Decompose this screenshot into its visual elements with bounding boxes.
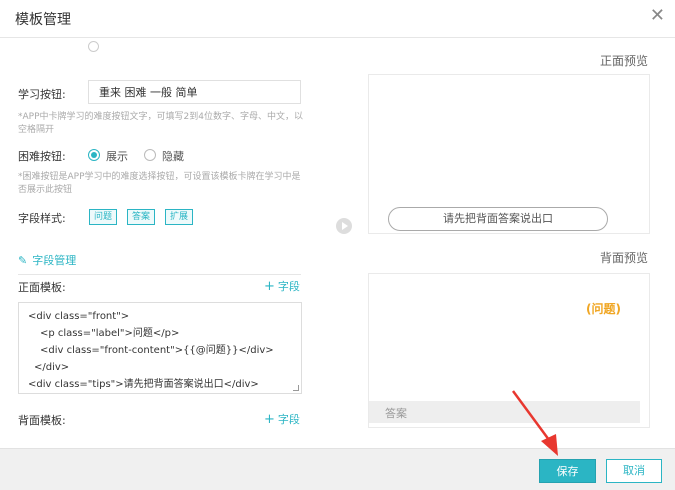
plus-icon: +: [264, 412, 275, 427]
hard-button-hint: *困难按钮是APP学习中的难度选择按钮，可设置该模板卡牌在学习中是否展示此按钮: [18, 172, 301, 195]
cancel-button[interactable]: 取消: [606, 459, 662, 483]
plus-icon: +: [264, 279, 275, 294]
front-preview-title: 正面预览: [600, 54, 649, 68]
back-add-field-label: 字段: [277, 413, 300, 426]
front-template-label: 正面模板:: [18, 281, 66, 294]
back-answer-bar: 答案: [369, 401, 640, 423]
field-style-label: 字段样式:: [18, 212, 66, 225]
dialog-body[interactable]: 学习按钮: *APP中卡牌学习的难度按钮文字，可填写2到4位数字、字母、中文，以…: [0, 38, 675, 448]
back-add-field-button[interactable]: + 字段: [264, 411, 300, 427]
code-line: </div>: [34, 362, 70, 373]
study-buttons-input[interactable]: [88, 80, 301, 104]
tag-extend[interactable]: 扩展: [165, 209, 194, 225]
dialog-title: 模板管理: [15, 12, 71, 28]
study-buttons-label: 学习按钮:: [18, 88, 66, 101]
radio-partial: [88, 41, 99, 52]
code-line: <p class="label">问题</p>: [40, 328, 180, 339]
radio-hide[interactable]: [144, 149, 156, 161]
back-preview-title: 背面预览: [600, 251, 649, 265]
save-button[interactable]: 保存: [539, 459, 596, 483]
field-manage-label: 字段管理: [32, 254, 77, 267]
tag-question[interactable]: 问题: [89, 209, 118, 225]
dialog-titlebar: 模板管理 ✕: [0, 0, 675, 38]
radio-hide-label: 隐藏: [162, 150, 184, 163]
radio-show[interactable]: [88, 149, 100, 161]
tag-answer[interactable]: 答案: [127, 209, 156, 225]
front-add-field-label: 字段: [277, 280, 300, 293]
back-question-text: (问题): [586, 302, 621, 316]
front-add-field-button[interactable]: + 字段: [264, 278, 300, 294]
front-prompt-button[interactable]: 请先把背面答案说出口: [388, 207, 608, 231]
field-manage-link[interactable]: ✎ 字段管理: [18, 252, 76, 268]
front-template-editor[interactable]: <div class="front"> <p class="label">问题<…: [18, 302, 302, 394]
edit-icon: ✎: [18, 254, 28, 267]
close-icon[interactable]: ✕: [650, 6, 665, 26]
code-line: <div class="front-content">{{@问题}}</div>: [40, 345, 274, 356]
section-divider: [18, 274, 301, 275]
code-line: <div class="front">: [28, 311, 130, 322]
play-icon[interactable]: [336, 218, 352, 234]
template-manager-dialog: 模板管理 ✕ 学习按钮: *APP中卡牌学习的难度按钮文字，可填写2到4位数字、…: [0, 0, 675, 490]
resize-handle-icon[interactable]: [293, 385, 299, 391]
back-template-label: 背面模板:: [18, 414, 66, 427]
code-line: <div class="tips">请先把背面答案说出口</div>: [28, 379, 259, 390]
study-buttons-hint: *APP中卡牌学习的难度按钮文字，可填写2到4位数字、字母、中文，以空格隔开: [18, 112, 303, 135]
hard-button-label: 困难按钮:: [18, 150, 66, 163]
radio-show-label: 展示: [106, 150, 128, 163]
